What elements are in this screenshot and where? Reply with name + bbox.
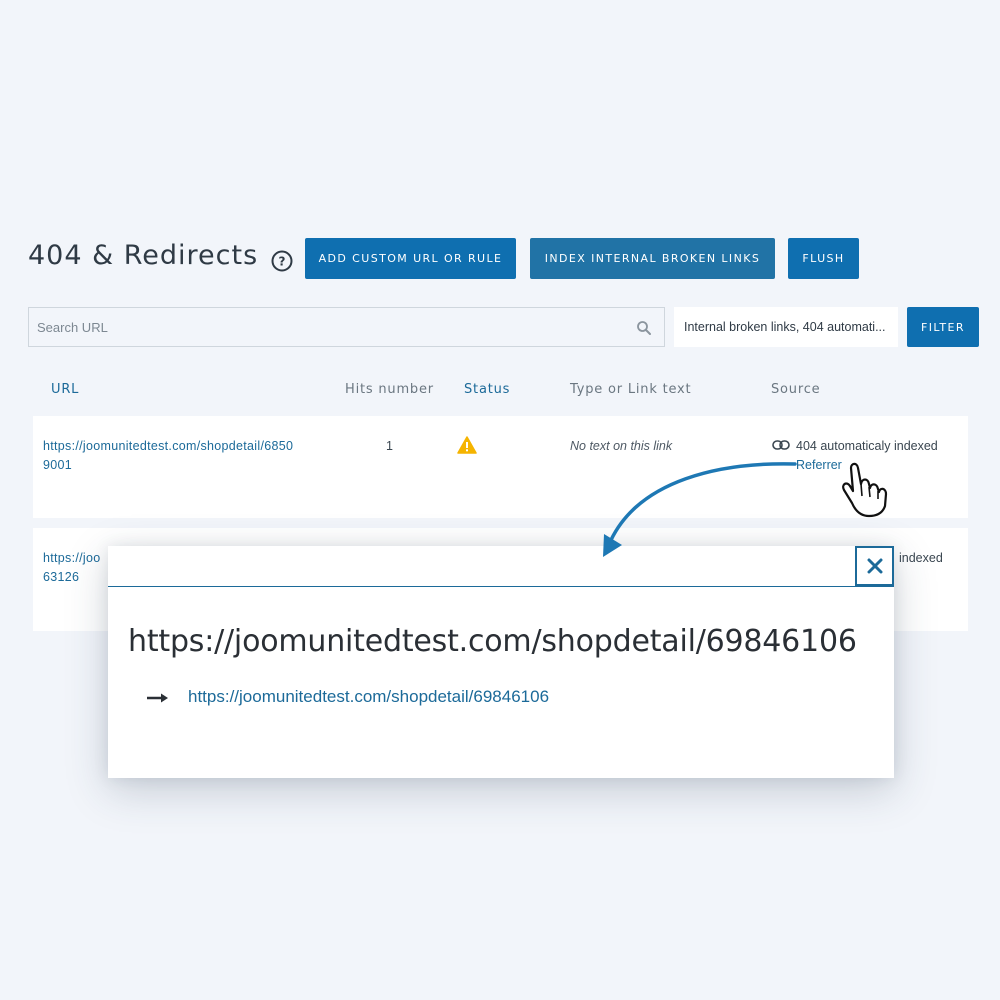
filter-button[interactable]: FILTER (907, 307, 979, 347)
search-input[interactable] (29, 308, 619, 346)
close-button[interactable] (855, 546, 894, 586)
row-url-link[interactable]: https://joo 63126 (43, 549, 101, 587)
row-url-line[interactable]: 63126 (43, 568, 101, 587)
table-row: https://joomunitedtest.com/shopdetail/68… (33, 416, 968, 518)
search-box (28, 307, 665, 347)
referrer-modal: https://joomunitedtest.com/shopdetail/69… (108, 546, 894, 778)
filter-select[interactable]: Internal broken links, 404 automati... (674, 307, 898, 347)
row-url-line[interactable]: https://joo (43, 549, 101, 568)
row-url-line[interactable]: https://joomunitedtest.com/shopdetail/68… (43, 437, 293, 456)
column-header-status[interactable]: Status (464, 382, 510, 397)
page-title: 404 & Redirects (28, 240, 259, 271)
warning-icon (457, 436, 477, 454)
modal-title: https://joomunitedtest.com/shopdetail/69… (128, 624, 857, 659)
search-icon[interactable] (636, 320, 652, 336)
row-source: 404 automaticaly indexed (796, 439, 938, 453)
column-header-type[interactable]: Type or Link text (570, 382, 691, 397)
modal-divider (108, 586, 894, 587)
row-url-link[interactable]: https://joomunitedtest.com/shopdetail/68… (43, 437, 293, 475)
close-icon[interactable] (867, 558, 883, 574)
modal-referrer-link[interactable]: https://joomunitedtest.com/shopdetail/69… (188, 687, 549, 707)
column-header-source[interactable]: Source (771, 382, 820, 397)
link-icon (772, 440, 790, 450)
row-link-text: No text on this link (570, 439, 673, 453)
row-source: indexed (899, 551, 943, 565)
row-hits: 1 (386, 439, 393, 453)
referrer-link[interactable]: Referrer (796, 456, 842, 475)
row-url-line[interactable]: 9001 (43, 456, 293, 475)
help-icon[interactable]: ? (271, 250, 293, 272)
index-broken-links-button[interactable]: INDEX INTERNAL BROKEN LINKS (530, 238, 775, 279)
svg-text:?: ? (279, 255, 286, 269)
arrow-right-icon (147, 693, 168, 703)
add-custom-url-button[interactable]: ADD CUSTOM URL OR RULE (305, 238, 516, 279)
flush-button[interactable]: FLUSH (788, 238, 859, 279)
column-header-hits[interactable]: Hits number (345, 382, 434, 397)
column-header-url[interactable]: URL (51, 382, 79, 397)
